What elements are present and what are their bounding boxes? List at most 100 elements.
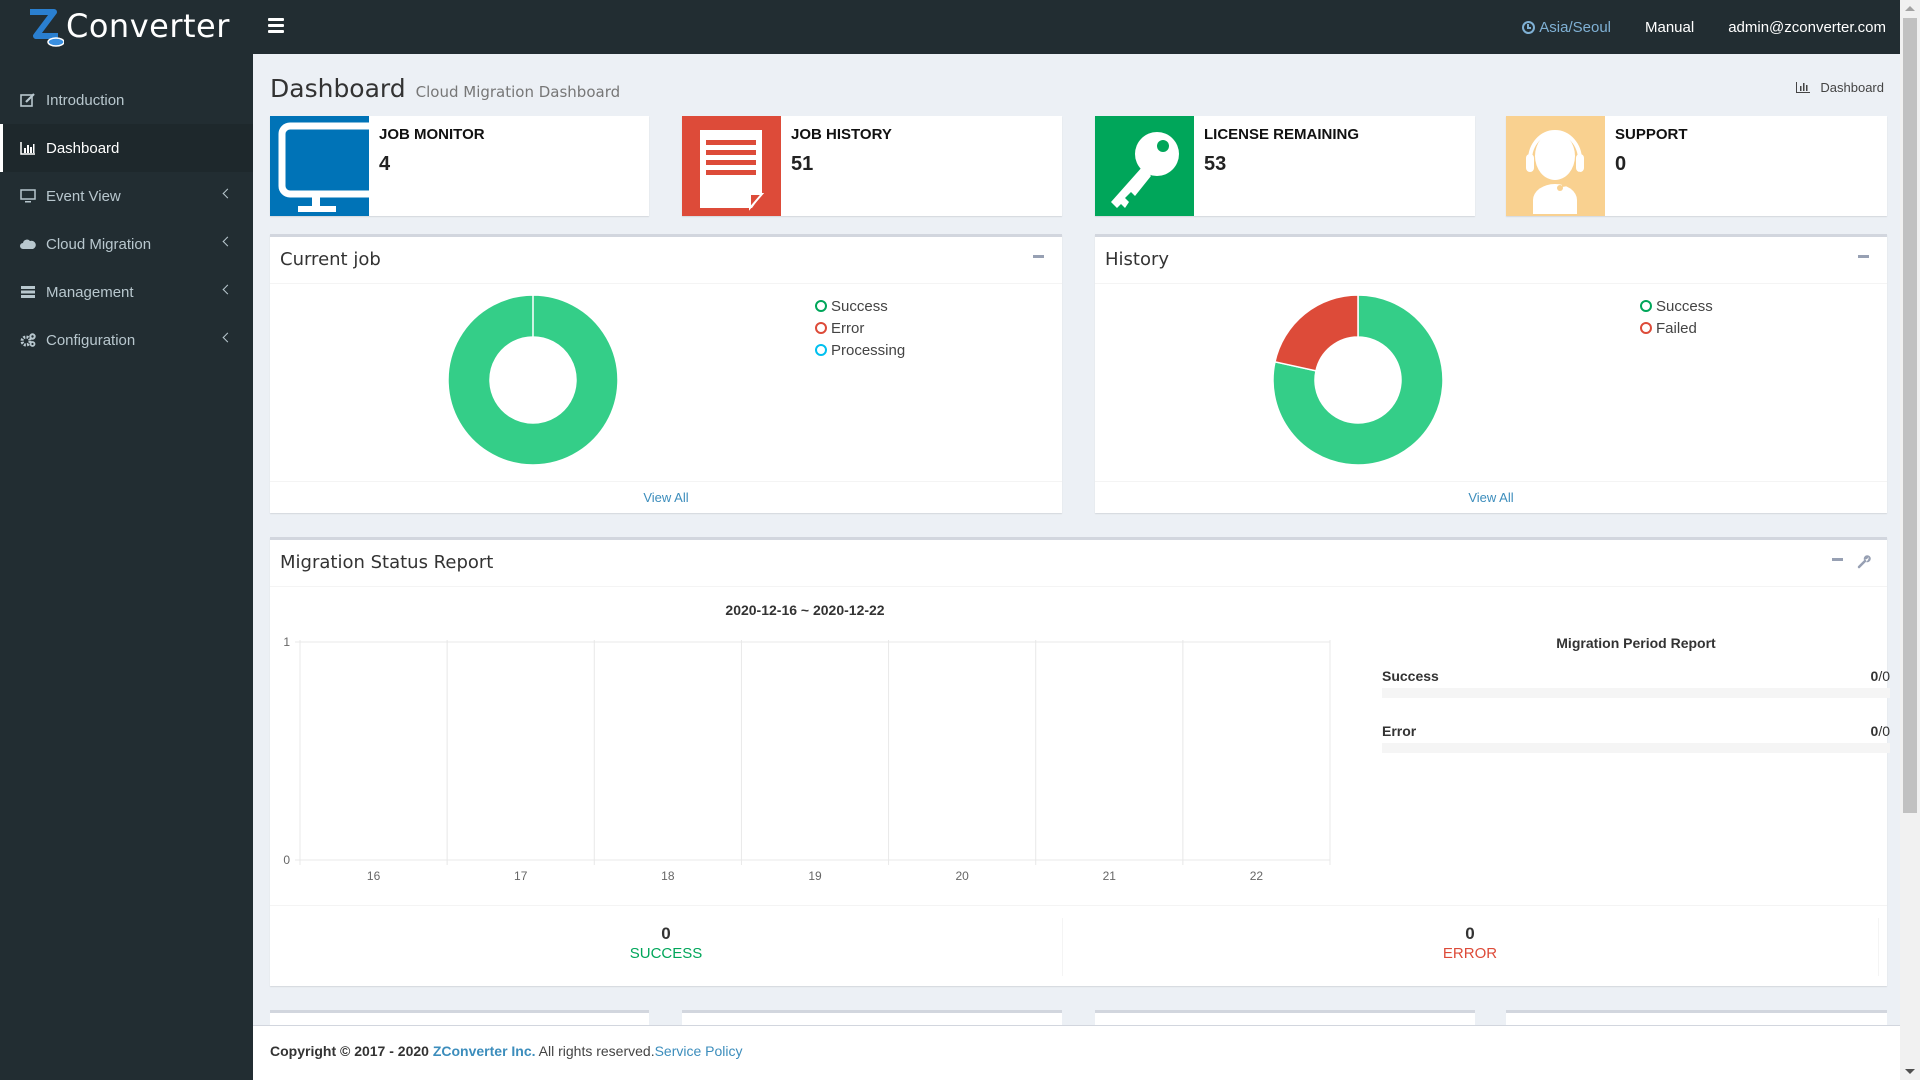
cogs-icon <box>20 333 36 347</box>
chevron-left-icon <box>222 284 233 295</box>
legend-item-success[interactable]: Success <box>815 295 905 317</box>
legend-item-error[interactable]: Error <box>815 317 905 339</box>
page-title: Dashboard Cloud Migration Dashboard <box>270 74 620 103</box>
y-tick-label: 1 <box>283 635 290 649</box>
period-report-title: Migration Period Report <box>1556 635 1716 651</box>
sidebar-item-dashboard[interactable]: Dashboard <box>0 124 253 172</box>
info-box-job-history[interactable]: JOB HISTORY 51 <box>682 116 1062 216</box>
sidebar-item-configuration[interactable]: Configuration <box>0 316 253 364</box>
progress-bar <box>1382 688 1890 698</box>
current-job-legend: Success Error Processing <box>815 295 905 361</box>
timezone-label: Asia/Seoul <box>1539 18 1611 36</box>
logo-text: Converter <box>66 7 230 45</box>
divider <box>270 905 1887 906</box>
legend-label: Error <box>831 319 865 337</box>
panel-title: Current job <box>280 249 381 270</box>
current-job-donut-chart <box>447 294 619 466</box>
legend-circle-icon <box>1640 300 1652 312</box>
collapse-button[interactable] <box>1858 255 1869 258</box>
sidebar-item-label: Configuration <box>46 331 136 349</box>
stat-label: ERROR <box>1442 945 1498 962</box>
panel-title: Migration Status Report <box>280 552 494 573</box>
stat-error: 0 ERROR <box>1062 924 1878 962</box>
collapse-button[interactable] <box>1832 558 1843 561</box>
wrench-icon[interactable] <box>1857 553 1871 574</box>
info-box-label: SUPPORT <box>1615 126 1688 143</box>
sidebar-item-label: Cloud Migration <box>46 235 152 253</box>
legend-label: Processing <box>831 341 906 359</box>
info-box-label: JOB MONITOR <box>379 126 485 143</box>
rights-text: All rights reserved. <box>535 1043 655 1059</box>
info-box-value: 53 <box>1204 153 1227 175</box>
legend-item-processing[interactable]: Processing <box>815 339 905 361</box>
monitor-icon <box>20 189 36 203</box>
legend-label: Success <box>831 297 888 315</box>
legend-circle-icon <box>815 344 827 356</box>
edit-icon <box>20 93 36 107</box>
clock-icon <box>1522 20 1536 34</box>
chevron-left-icon <box>222 332 233 343</box>
history-legend: Success Failed <box>1640 295 1713 339</box>
logo[interactable]: Converter <box>24 6 234 50</box>
page-scrollbar[interactable] <box>1900 0 1920 1080</box>
user-menu[interactable]: admin@zconverter.com <box>1728 19 1886 36</box>
progress-value: 0/0 <box>1870 668 1890 684</box>
scroll-down-arrow[interactable] <box>1905 1069 1915 1074</box>
progress-value: 0/0 <box>1870 723 1890 739</box>
view-all-link[interactable]: View All <box>270 481 1062 513</box>
info-box-value: 51 <box>791 153 814 175</box>
history-panel: History Success Failed View All <box>1095 234 1887 513</box>
scroll-thumb[interactable] <box>1903 18 1917 813</box>
page-title-text: Dashboard <box>270 74 406 103</box>
sidebar-item-label: Dashboard <box>46 139 120 157</box>
progress-group-error: Error 0/0 <box>1382 723 1890 753</box>
info-box-value: 4 <box>379 153 391 175</box>
manual-link[interactable]: Manual <box>1645 19 1694 36</box>
timezone-link[interactable]: Asia/Seoul <box>1522 19 1611 36</box>
sidebar-toggle-button[interactable] <box>268 18 284 34</box>
sidebar-item-label: Event View <box>46 187 121 205</box>
sidebar-item-event-view[interactable]: Event View <box>0 172 253 220</box>
document-icon <box>682 116 781 216</box>
legend-item-failed[interactable]: Failed <box>1640 317 1713 339</box>
donut-slice-failed[interactable] <box>1274 294 1359 372</box>
x-tick-label: 18 <box>661 869 675 883</box>
legend-circle-icon <box>815 322 827 334</box>
info-box-license-remaining[interactable]: LICENSE REMAINING 53 <box>1095 116 1475 216</box>
info-box-job-monitor[interactable]: JOB MONITOR 4 <box>270 116 649 216</box>
donut-slice-success[interactable] <box>447 294 619 466</box>
legend-label: Failed <box>1656 319 1697 337</box>
info-box-support[interactable]: SUPPORT 0 <box>1506 116 1887 216</box>
progress-group-success: Success 0/0 <box>1382 668 1890 698</box>
migration-status-panel: Migration Status Report 2020-12-16 ~ 202… <box>270 537 1890 986</box>
info-box-label: JOB HISTORY <box>791 126 892 143</box>
legend-item-success[interactable]: Success <box>1640 295 1713 317</box>
sidebar-item-label: Introduction <box>46 91 125 109</box>
sidebar-item-introduction[interactable]: Introduction <box>0 76 253 124</box>
x-tick-label: 21 <box>1103 869 1117 883</box>
logo-z-mark <box>24 6 65 50</box>
stat-label: SUCCESS <box>629 945 703 962</box>
collapse-button[interactable] <box>1033 255 1044 258</box>
scroll-up-arrow[interactable] <box>1905 6 1915 11</box>
view-all-link[interactable]: View All <box>1095 481 1887 513</box>
bar-chart-icon <box>1796 82 1811 93</box>
current-job-panel: Current job Success Error Processing Vie… <box>270 234 1062 513</box>
server-icon <box>20 285 36 299</box>
sidebar-item-cloud-migration[interactable]: Cloud Migration <box>0 220 253 268</box>
copyright-text: Copyright © 2017 - 2020 <box>270 1043 433 1059</box>
x-tick-label: 22 <box>1250 869 1264 883</box>
sidebar-item-label: Management <box>46 283 134 301</box>
info-box-value: 0 <box>1615 153 1627 175</box>
progress-bar <box>1382 743 1890 753</box>
breadcrumb[interactable]: Dashboard <box>1796 80 1884 95</box>
sidebar-item-management[interactable]: Management <box>0 268 253 316</box>
sidebar: Introduction Dashboard Event View Cloud … <box>0 54 253 1080</box>
x-tick-label: 17 <box>514 869 528 883</box>
company-link[interactable]: ZConverter Inc. <box>433 1043 536 1059</box>
top-navbar: Converter Asia/Seoul Manual admin@zconve… <box>0 0 1900 54</box>
history-donut-chart <box>1272 294 1444 466</box>
page-subtitle: Cloud Migration Dashboard <box>415 83 621 101</box>
divider <box>1878 918 1879 976</box>
service-policy-link[interactable]: Service Policy <box>655 1043 743 1059</box>
